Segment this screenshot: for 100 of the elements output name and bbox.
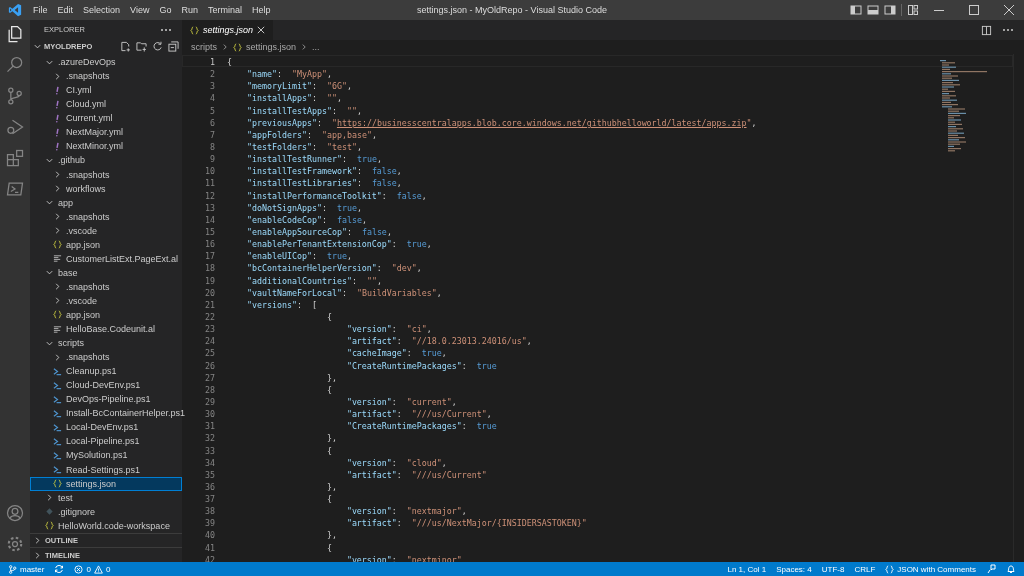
prompt-icon [53,436,62,446]
breadcrumb-item[interactable]: settings.json [246,42,297,52]
exclamation-icon [53,141,62,151]
menu-item[interactable]: Go [154,5,177,15]
tree-item[interactable]: Current.yml [30,111,182,126]
run-debug-icon[interactable] [5,117,25,137]
tree-item[interactable]: scripts [30,336,182,351]
code-line: 7 "appFolders": "app,base", [209,128,378,140]
code-line: 35 "artifact": "///us/Current" [204,468,488,480]
tree-item[interactable]: Cleanup.ps1 [30,364,182,379]
sync-icon[interactable] [54,564,65,574]
code-line: 11 "installTestLibraries": false, [204,177,403,189]
new-folder-icon[interactable] [136,40,147,52]
layout-icon[interactable] [907,4,919,16]
braces-icon [233,42,242,52]
tree-item[interactable]: MySolution.ps1 [30,448,182,463]
prompt-icon [53,380,62,390]
source-control-icon[interactable] [5,86,25,106]
tree-item[interactable]: NextMajor.yml [30,125,182,140]
tree-item[interactable]: test [30,490,182,505]
toggle-panel-icon[interactable] [867,4,879,16]
tree-item[interactable]: HelloBase.Codeunit.al [30,322,182,337]
tree-item[interactable]: .vscode [30,223,182,238]
tree-item[interactable]: .snapshots [30,209,182,224]
tree-item[interactable]: .github [30,153,182,168]
code-line: 29 "version": "current", [204,395,458,408]
menu-item[interactable]: Run [176,5,203,15]
toggle-sidebar-icon[interactable] [850,4,862,16]
code-line: 13 "doNotSignApps": true, [204,201,363,213]
tree-item[interactable]: .gitignore [30,504,182,519]
tree-item[interactable]: CI.yml [30,83,182,98]
tree-item[interactable]: workflows [30,181,182,196]
search-icon[interactable] [5,55,25,75]
prompt-icon [53,408,62,418]
branch-status[interactable]: master [8,564,45,574]
tree-item[interactable]: DevOps-Pipeline.ps1 [30,392,182,407]
tree-item[interactable]: Cloud-DevEnv.ps1 [30,378,182,393]
breadcrumb-item[interactable]: ... [312,42,320,52]
encoding-status[interactable]: UTF-8 [821,564,845,574]
close-icon[interactable] [257,26,266,34]
exclamation-icon [53,113,62,123]
tree-item[interactable]: Cloud.yml [30,97,182,112]
menu-item[interactable]: Selection [78,5,126,15]
code-line: 16 "enablePerTenantExtensionCop": true, [204,238,433,250]
split-editor-icon[interactable] [981,24,992,36]
tree-item[interactable]: app.json [30,307,182,322]
tree-item[interactable]: .snapshots [30,69,182,84]
notifications-icon[interactable] [1006,564,1016,574]
close-icon[interactable] [1003,4,1015,16]
menu-item[interactable]: Edit [52,5,79,15]
indentation-status[interactable]: Spaces: 4 [776,564,812,574]
tree-item[interactable]: HelloWorld.code-workspace [30,518,182,533]
collapse-all-icon[interactable] [168,40,179,52]
tree-item[interactable]: Local-Pipeline.ps1 [30,434,182,449]
tree-item[interactable]: .snapshots [30,167,182,182]
feedback-icon[interactable] [986,564,996,574]
code-line: 36 }, [204,480,338,493]
tree-item[interactable]: NextMinor.yml [30,139,182,154]
more-icon[interactable] [1002,28,1014,32]
tree-item[interactable]: Local-DevEnv.ps1 [30,420,182,435]
menu-item[interactable]: Terminal [202,5,247,15]
language-mode[interactable]: JSON with Comments [885,564,976,574]
refresh-icon[interactable] [152,40,163,52]
maximize-icon[interactable] [968,4,980,16]
tree-item[interactable]: .vscode [30,293,182,308]
extensions-icon[interactable] [5,148,25,168]
new-file-icon[interactable] [120,40,131,52]
cursor-position[interactable]: Ln 1, Col 1 [727,564,767,574]
tree-item[interactable]: app.json [30,237,182,252]
code-line: 40 }, [204,529,338,541]
tree-item[interactable]: Read-Settings.ps1 [30,462,182,477]
menu-item[interactable]: View [125,5,155,15]
tree-item[interactable]: app [30,195,182,210]
code-line: 4 "installApps": "", [209,92,343,104]
chevron-icon [221,43,229,51]
editor-tab[interactable]: settings.json [182,20,274,40]
menu-item[interactable]: Help [246,5,276,15]
code-line: 33 { [204,444,333,456]
tree-item[interactable]: .snapshots [30,279,182,294]
code-line: 20 "vaultNameForLocal": "BuildVariables", [204,286,443,298]
code-line: 23 "version": "ci", [204,323,433,335]
line-ending-status[interactable]: CRLF [854,564,876,574]
tree-item[interactable]: .azureDevOps [30,55,182,70]
code-line: 18 "bcContainerHelperVersion": "dev", [204,262,423,274]
tree-item[interactable]: base [30,265,182,280]
settings-icon[interactable] [5,534,25,554]
toggle-secondary-sidebar-icon[interactable] [884,4,896,16]
tree-item[interactable]: settings.json [30,476,182,491]
problems-status[interactable]: 0 0 [74,564,111,574]
code-line: 24 "artifact": "//18.0.23013.24016/us", [204,335,533,347]
code-line: 37 { [204,493,333,505]
code-line: 21 "versions": [ [204,298,318,310]
account-icon[interactable] [5,503,25,523]
braces-icon [885,564,895,574]
chevron-icon [300,43,309,51]
menu-item[interactable]: File [28,5,53,15]
breadcrumb-item[interactable]: scripts [191,42,217,52]
tree-item[interactable]: CustomerListExt.PageExt.al [30,251,182,266]
more-icon[interactable] [160,27,172,32]
tree-item[interactable]: .snapshots [30,350,182,365]
